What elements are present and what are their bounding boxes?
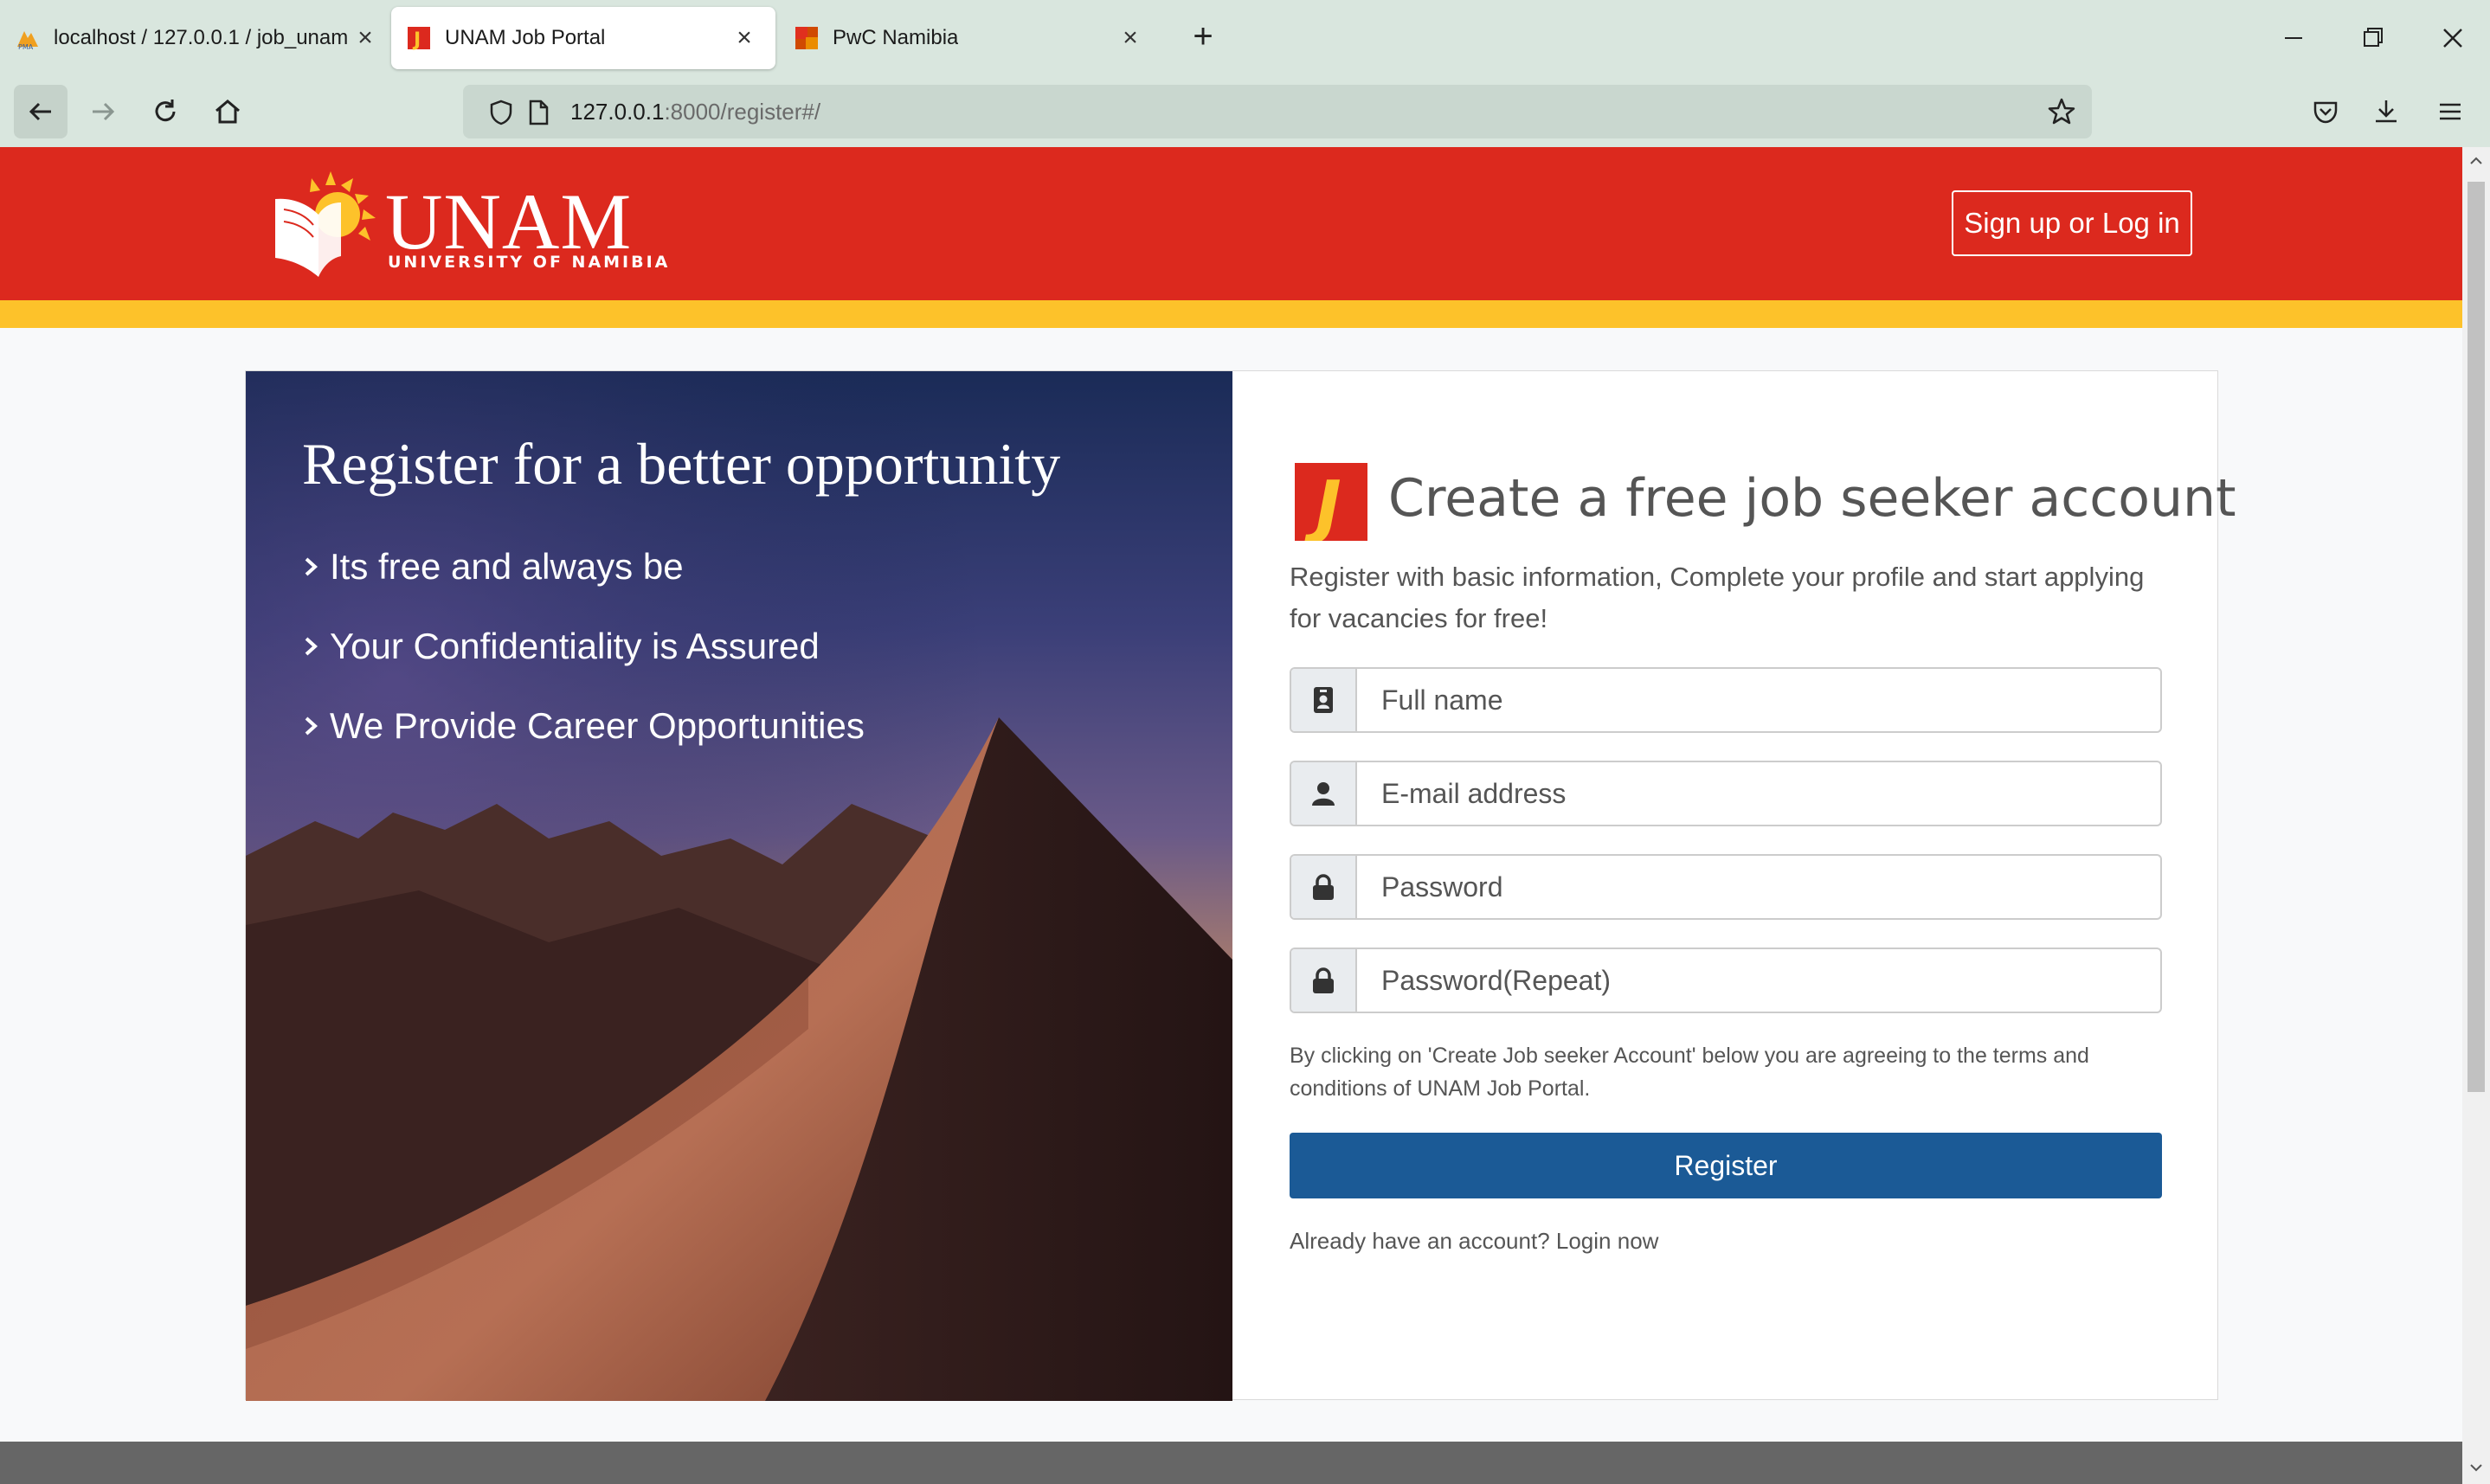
reload-icon: [155, 100, 176, 122]
accent-stripe: [0, 300, 2462, 328]
id-badge-icon: [1314, 687, 1333, 713]
scroll-down-icon[interactable]: [2467, 1459, 2485, 1476]
star-icon[interactable]: [2047, 97, 2076, 126]
download-icon[interactable]: [2371, 97, 2401, 126]
full-name-addon: [1291, 669, 1357, 731]
chevron-right-icon: [305, 716, 318, 736]
logo-subtitle: UNIVERSITY OF NAMIBIA: [388, 253, 671, 272]
tab-pwc-namibia[interactable]: PwC Namibia ×: [795, 7, 1161, 69]
close-window-icon[interactable]: [2434, 19, 2472, 57]
benefit-text: We Provide Career Opportunities: [330, 705, 865, 746]
unam-sun-book-icon: [275, 171, 376, 277]
home-icon: [216, 100, 240, 124]
close-tab-icon[interactable]: ×: [1116, 24, 1144, 52]
email-input[interactable]: [1359, 762, 2160, 825]
hero-panel: Register for a better opportunity Its fr…: [246, 371, 1232, 1401]
arrow-left-icon: [29, 102, 51, 121]
page: UNAM UNIVERSITY OF NAMIBIA Sign up or Lo…: [0, 147, 2462, 1484]
password-field: [1290, 854, 2162, 920]
email-field: [1290, 761, 2162, 826]
arrow-right-icon: [93, 102, 115, 121]
site-header: UNAM UNIVERSITY OF NAMIBIA Sign up or Lo…: [0, 147, 2462, 300]
login-now-link[interactable]: Login now: [1556, 1228, 1659, 1254]
svg-text:J: J: [412, 29, 421, 50]
list-item: Your Confidentiality is Assured: [302, 607, 865, 686]
page-icon[interactable]: [525, 99, 551, 126]
register-card: Register for a better opportunity Its fr…: [245, 370, 2236, 1401]
page-scrollbar[interactable]: [2462, 147, 2490, 1484]
home-button[interactable]: [201, 85, 254, 138]
tab-title: UNAM Job Portal: [445, 26, 606, 49]
register-form: J Create a free job seeker account Regis…: [1232, 371, 2236, 1401]
benefit-text: Its free and always be: [330, 546, 684, 587]
chevron-right-icon: [305, 557, 318, 576]
scrollbar-thumb[interactable]: [2467, 182, 2485, 1092]
tab-unam-job-portal[interactable]: J UNAM Job Portal ×: [391, 7, 775, 69]
url-text[interactable]: 127.0.0.1:8000/register#/: [570, 85, 820, 138]
hero-title: Register for a better opportunity: [302, 431, 1061, 497]
tab-title: localhost / 127.0.0.1 / job_unam: [54, 26, 348, 49]
new-tab-button[interactable]: +: [1186, 19, 1220, 54]
pwc-icon: [795, 27, 818, 49]
benefit-text: Your Confidentiality is Assured: [330, 626, 820, 666]
scroll-up-icon[interactable]: [2467, 152, 2485, 170]
minimize-icon[interactable]: [2274, 19, 2313, 57]
terms-text: By clicking on 'Create Job seeker Accoun…: [1290, 1044, 2089, 1101]
tab-title: PwC Namibia: [833, 26, 959, 49]
user-icon: [1312, 782, 1335, 806]
close-tab-icon[interactable]: ×: [730, 24, 758, 52]
email-addon: [1291, 762, 1357, 825]
phpmyadmin-icon: PMA: [17, 31, 38, 50]
tab-phpmyadmin[interactable]: PMA localhost / 127.0.0.1 / job_unam ×: [16, 7, 388, 69]
logo-title: UNAM: [385, 177, 633, 266]
shield-icon[interactable]: [487, 99, 515, 126]
url-host: 127.0.0.1: [570, 99, 665, 125]
unam-j-icon: J: [408, 27, 430, 50]
pocket-icon[interactable]: [2311, 97, 2340, 126]
reload-button[interactable]: [138, 85, 192, 138]
close-tab-icon[interactable]: ×: [351, 24, 379, 52]
login-prompt-text: Already have an account?: [1290, 1228, 1550, 1254]
signup-login-button[interactable]: Sign up or Log in: [1952, 190, 2192, 256]
hamburger-menu-icon[interactable]: [2435, 97, 2465, 126]
address-bar[interactable]: 127.0.0.1:8000/register#/: [463, 85, 2092, 138]
form-description: Register with basic information, Complet…: [1290, 562, 2145, 633]
login-prompt: Already have an account? Login now: [1290, 1228, 1658, 1255]
password-repeat-addon: [1291, 949, 1357, 1012]
back-button[interactable]: [14, 85, 68, 138]
hero-benefits-list: Its free and always be Your Confidential…: [302, 527, 865, 766]
desert-dune-image: [246, 371, 1232, 1401]
chevron-right-icon: [305, 637, 318, 656]
forward-button[interactable]: [76, 85, 130, 138]
password-repeat-input[interactable]: [1359, 949, 2160, 1012]
restore-icon[interactable]: [2354, 19, 2392, 57]
browser-nav-bar: 127.0.0.1:8000/register#/: [0, 76, 2490, 147]
password-input[interactable]: [1359, 856, 2160, 918]
job-portal-logo: J: [1295, 463, 1367, 548]
full-name-input[interactable]: [1359, 669, 2160, 731]
lock-icon: [1313, 874, 1334, 900]
register-button[interactable]: Register: [1290, 1133, 2162, 1198]
url-path: :8000/register#/: [664, 99, 821, 125]
list-item: We Provide Career Opportunities: [302, 686, 865, 766]
unam-logo[interactable]: UNAM UNIVERSITY OF NAMIBIA: [268, 166, 667, 279]
form-title: Create a free job seeker account: [1388, 468, 2236, 529]
full-name-field: [1290, 667, 2162, 733]
password-repeat-field: [1290, 948, 2162, 1013]
password-addon: [1291, 856, 1357, 918]
site-footer: [0, 1442, 2462, 1484]
browser-tab-strip: PMA localhost / 127.0.0.1 / job_unam × J…: [0, 0, 2490, 76]
lock-icon: [1313, 967, 1334, 993]
list-item: Its free and always be: [302, 527, 865, 607]
svg-text:PMA: PMA: [18, 43, 34, 50]
